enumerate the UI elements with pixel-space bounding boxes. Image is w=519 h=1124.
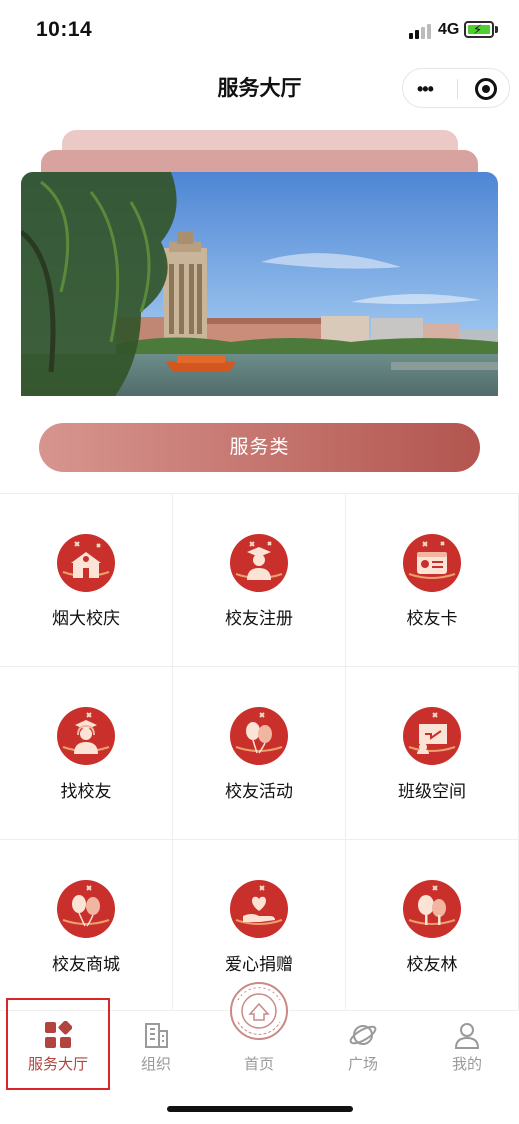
battery-tip — [495, 26, 498, 33]
service-label: 校友注册 — [225, 609, 293, 628]
target-icon[interactable] — [475, 78, 497, 100]
service-find-alumni[interactable]: 找校友 — [0, 667, 173, 840]
service-class-space[interactable]: 班级空间 — [346, 667, 519, 840]
miniprogram-capsule: ••• — [402, 68, 510, 108]
battery-icon: ⚡ — [464, 21, 494, 38]
tab-plaza[interactable]: 广场 — [311, 1011, 415, 1081]
grid-diamond-icon — [44, 1020, 73, 1049]
status-time: 10:14 — [36, 18, 93, 41]
service-label: 爱心捐赠 — [225, 955, 293, 974]
tab-mine[interactable]: 我的 — [415, 1011, 519, 1081]
person-headset-icon — [57, 707, 115, 765]
service-label: 班级空间 — [398, 782, 466, 801]
signal-icon — [409, 23, 435, 39]
service-alumni-forest[interactable]: 校友林 — [346, 840, 519, 1013]
capsule-divider — [457, 79, 458, 99]
service-alumni-card[interactable]: 校友卡 — [346, 494, 519, 667]
school-building-icon — [57, 534, 115, 592]
tab-label: 首页 — [243, 1056, 274, 1073]
user-icon — [453, 1021, 481, 1049]
university-seal-icon[interactable] — [228, 980, 290, 1042]
service-anniversary[interactable]: 烟大校庆 — [0, 494, 173, 667]
heart-hand-icon — [230, 880, 288, 938]
status-bar: 10:14 4G ⚡ — [0, 0, 519, 60]
tab-label: 服务大厅 — [27, 1056, 88, 1073]
service-alumni-register[interactable]: 校友注册 — [173, 494, 346, 667]
tab-service-hall[interactable]: 服务大厅 — [6, 1011, 110, 1081]
service-alumni-mall[interactable]: 校友商城 — [0, 840, 173, 1013]
service-label: 烟大校庆 — [52, 609, 120, 628]
banner-image[interactable] — [21, 172, 498, 402]
tab-label: 组织 — [140, 1056, 171, 1073]
planet-icon — [349, 1021, 377, 1049]
tab-label: 我的 — [451, 1056, 482, 1073]
category-service-tab[interactable]: 服务类 — [39, 423, 480, 472]
more-dots-icon[interactable]: ••• — [417, 79, 434, 100]
graduate-person-icon — [230, 534, 288, 592]
id-card-icon — [403, 534, 461, 592]
balloons-shop-icon — [57, 880, 115, 938]
balloons-icon — [230, 707, 288, 765]
trees-icon — [403, 880, 461, 938]
network-label: 4G — [438, 21, 460, 38]
service-label: 找校友 — [60, 782, 112, 801]
service-grid: 烟大校庆 校友注册 校友卡 找校友 校友活动 班级空间 校友商城 爱心捐赠 校友… — [0, 493, 519, 1013]
building-icon — [142, 1021, 170, 1049]
content-panel — [0, 396, 519, 426]
service-label: 校友活动 — [225, 782, 293, 801]
chalkboard-icon — [403, 707, 461, 765]
tab-organization[interactable]: 组织 — [104, 1011, 208, 1081]
tab-label: 广场 — [347, 1056, 378, 1073]
service-alumni-activities[interactable]: 校友活动 — [173, 667, 346, 840]
service-label: 校友卡 — [406, 609, 458, 628]
home-indicator — [167, 1106, 353, 1112]
service-label: 校友商城 — [52, 955, 120, 974]
service-label: 校友林 — [406, 955, 458, 974]
